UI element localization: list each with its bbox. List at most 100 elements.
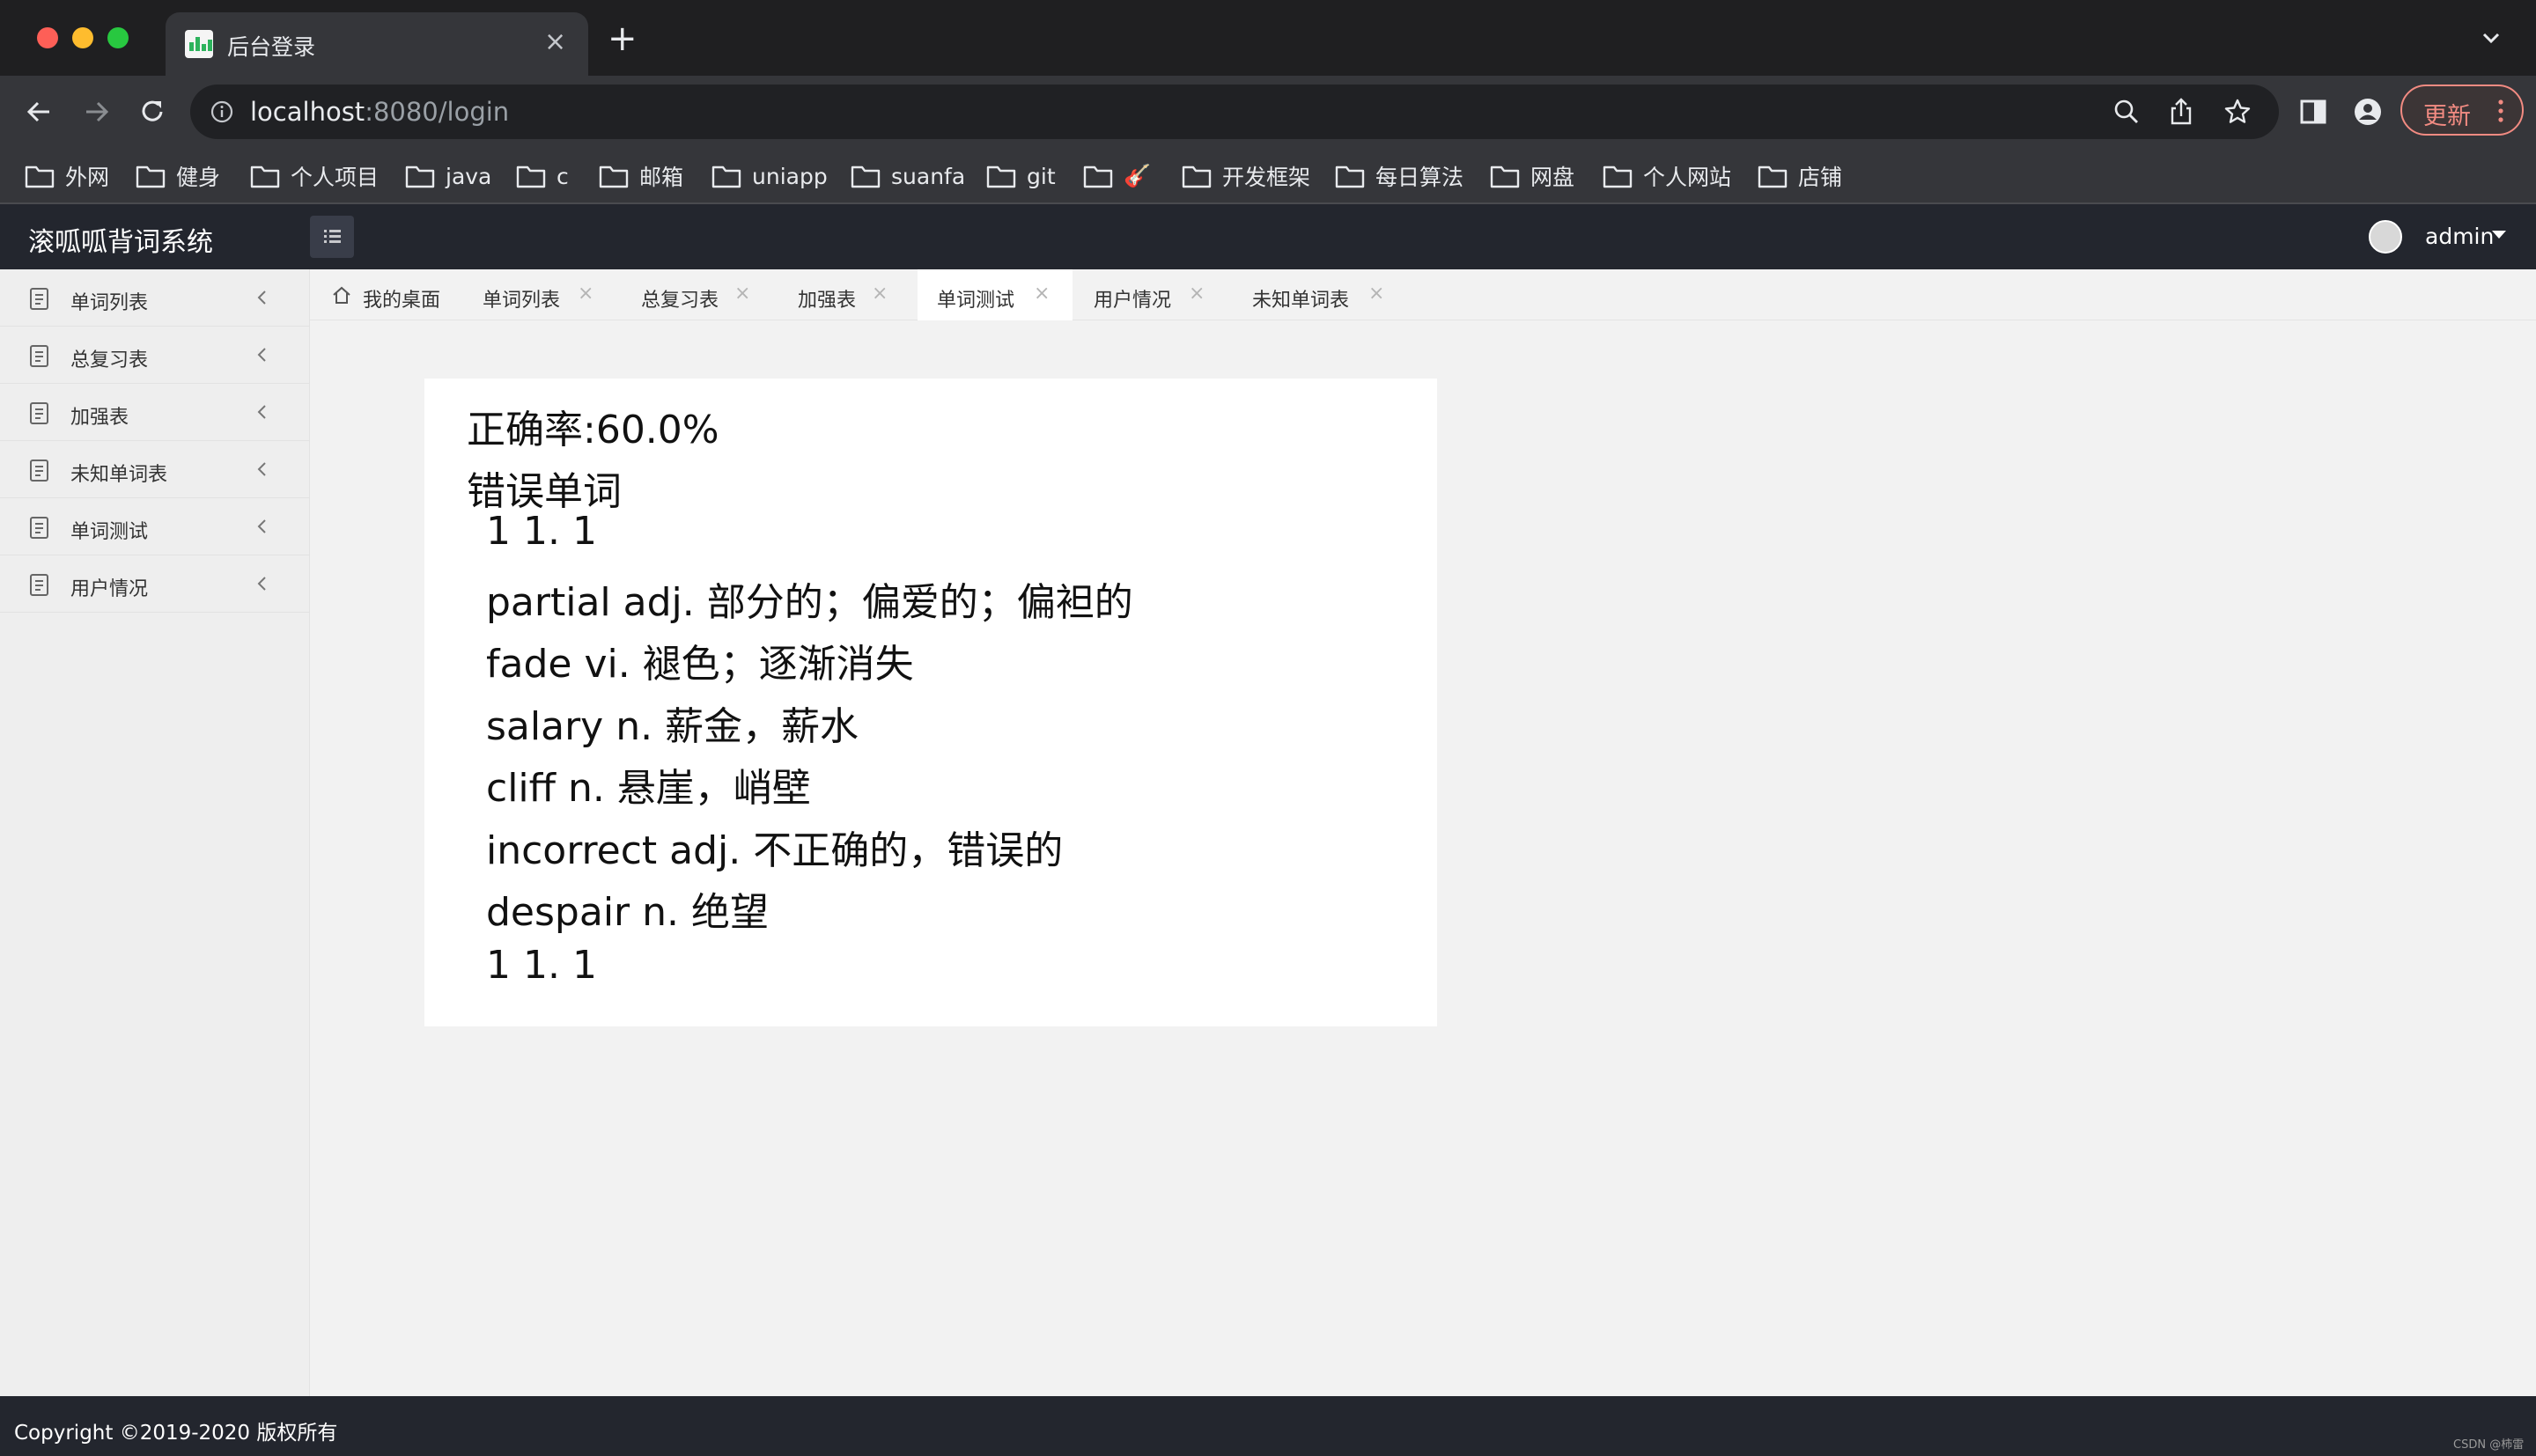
bookmark-folder[interactable]: 邮箱	[599, 158, 683, 194]
folder-icon	[1335, 165, 1365, 188]
bookmark-folder[interactable]: java	[405, 158, 491, 194]
tab-label: 我的桌面	[363, 290, 441, 312]
window-close-button[interactable]	[37, 27, 58, 48]
browser-tab-close-button[interactable]: ×	[544, 26, 566, 57]
forward-arrow-icon[interactable]	[76, 92, 116, 132]
bookmark-folder[interactable]: 店铺	[1758, 158, 1842, 194]
sidebar-item-reinforce-list[interactable]: 加强表	[0, 384, 310, 441]
bookmark-label: java	[446, 163, 492, 189]
browser-tab[interactable]: 后台登录 ×	[166, 12, 588, 76]
address-bar[interactable]: localhost:8080/login	[190, 85, 2279, 139]
bookmark-folder[interactable]: 🎸	[1083, 158, 1151, 194]
url-path: :8080/login	[365, 97, 510, 127]
side-panel-icon[interactable]	[2293, 92, 2333, 132]
favicon-icon	[185, 30, 213, 58]
tab-label: 单词测试	[937, 290, 1015, 312]
bookmark-folder[interactable]: 网盘	[1490, 158, 1574, 194]
bookmark-label: 每日算法	[1375, 165, 1464, 190]
bookmark-folder[interactable]: 个人项目	[250, 158, 379, 194]
share-icon[interactable]	[2166, 97, 2196, 127]
user-menu[interactable]: admin	[2425, 224, 2494, 249]
bookmark-star-icon[interactable]	[2223, 97, 2252, 127]
wrong-words-heading: 错误单词	[467, 469, 622, 514]
tab-review-list[interactable]: 总复习表 ×	[623, 269, 771, 320]
zoom-search-icon[interactable]	[2112, 97, 2142, 127]
new-tab-button[interactable]: +	[608, 21, 638, 56]
tab-word-list[interactable]: 单词列表 ×	[465, 269, 613, 320]
tab-close-button[interactable]: ×	[734, 283, 750, 305]
sidebar-item-label: 单词列表	[70, 292, 149, 314]
back-arrow-icon[interactable]	[19, 92, 60, 132]
bookmark-folder[interactable]: 健身	[136, 158, 220, 194]
tab-my-desktop[interactable]: 我的桌面	[310, 269, 454, 320]
sidebar-item-word-list[interactable]: 单词列表	[0, 269, 310, 327]
tab-word-test[interactable]: 单词测试 ×	[918, 269, 1073, 320]
tab-unknown-words[interactable]: 未知单词表 ×	[1235, 269, 1423, 320]
sidebar-item-user-status[interactable]: 用户情况	[0, 555, 310, 613]
document-icon	[30, 288, 48, 310]
site-info-icon[interactable]	[210, 99, 234, 124]
bookmark-label: 🎸	[1124, 163, 1152, 188]
folder-icon	[1603, 165, 1633, 188]
bookmark-label: suanfa	[891, 163, 966, 189]
chevron-left-icon	[257, 290, 266, 305]
wrong-word-line: cliff n. 悬崖，峭壁	[486, 766, 811, 811]
bookmark-label: 开发框架	[1222, 165, 1311, 190]
copyright-text: Copyright ©2019-2020 版权所有	[14, 1422, 338, 1445]
reload-icon[interactable]	[132, 92, 173, 132]
document-icon	[30, 345, 48, 367]
sidebar-item-word-test[interactable]: 单词测试	[0, 498, 310, 555]
bookmark-folder[interactable]: suanfa	[851, 158, 965, 194]
folder-icon	[1182, 165, 1212, 188]
footer: Copyright ©2019-2020 版权所有 CSDN @柿雷	[0, 1396, 2536, 1456]
profile-icon[interactable]	[2348, 92, 2388, 132]
tab-close-button[interactable]: ×	[578, 283, 593, 305]
tab-label: 未知单词表	[1252, 290, 1350, 312]
url-text[interactable]: localhost:8080/login	[250, 97, 509, 127]
folder-icon	[405, 165, 435, 188]
folder-icon	[136, 165, 166, 188]
tab-close-button[interactable]: ×	[1368, 283, 1384, 305]
bookmark-label: 店铺	[1798, 165, 1843, 190]
sidebar-item-label: 总复习表	[70, 349, 149, 371]
bookmark-folder[interactable]: 外网	[25, 158, 109, 194]
home-icon	[333, 286, 350, 304]
bookmark-label: 健身	[176, 165, 221, 190]
sidebar-toggle-button[interactable]	[310, 216, 354, 258]
folder-icon	[1490, 165, 1520, 188]
bookmark-folder[interactable]: 个人网站	[1603, 158, 1731, 194]
test-result-card: 正确率:60.0% 错误单词 1 1. 1 partial adj. 部分的；偏…	[424, 379, 1437, 1026]
tab-close-button[interactable]: ×	[872, 283, 888, 305]
tab-close-button[interactable]: ×	[1034, 283, 1050, 305]
folder-icon	[986, 165, 1016, 188]
chevron-left-icon	[257, 348, 266, 362]
window-minimize-button[interactable]	[72, 27, 93, 48]
tab-label: 总复习表	[641, 290, 719, 312]
folder-icon	[1758, 165, 1788, 188]
bookmark-folder[interactable]: 开发框架	[1182, 158, 1310, 194]
bookmark-folder[interactable]: c	[516, 158, 569, 194]
bookmark-label: 个人项目	[291, 165, 380, 190]
tab-close-button[interactable]: ×	[1189, 283, 1205, 305]
tab-label: 加强表	[798, 290, 857, 312]
window-maximize-button[interactable]	[107, 27, 129, 48]
tab-search-chevron-icon[interactable]	[2481, 28, 2501, 48]
caret-down-icon[interactable]	[2492, 231, 2506, 239]
folder-icon	[711, 165, 741, 188]
document-icon	[30, 460, 48, 482]
folder-icon	[250, 165, 280, 188]
tab-user-status[interactable]: 用户情况 ×	[1074, 269, 1222, 320]
bookmark-folder[interactable]: 每日算法	[1335, 158, 1463, 194]
tab-reinforce-list[interactable]: 加强表 ×	[780, 269, 898, 320]
bookmark-folder[interactable]: uniapp	[711, 158, 828, 194]
document-icon	[30, 517, 48, 539]
avatar[interactable]	[2369, 220, 2402, 254]
sidebar-item-review-list[interactable]: 总复习表	[0, 327, 310, 384]
url-host: localhost	[250, 97, 365, 127]
sidebar-item-unknown-words[interactable]: 未知单词表	[0, 441, 310, 498]
document-icon	[30, 402, 48, 424]
bookmark-folder[interactable]: git	[986, 158, 1056, 194]
wrong-word-line: partial adj. 部分的；偏爱的；偏袒的	[486, 580, 1133, 625]
update-button[interactable]: 更新	[2400, 85, 2524, 136]
more-menu-icon[interactable]	[2492, 99, 2510, 123]
